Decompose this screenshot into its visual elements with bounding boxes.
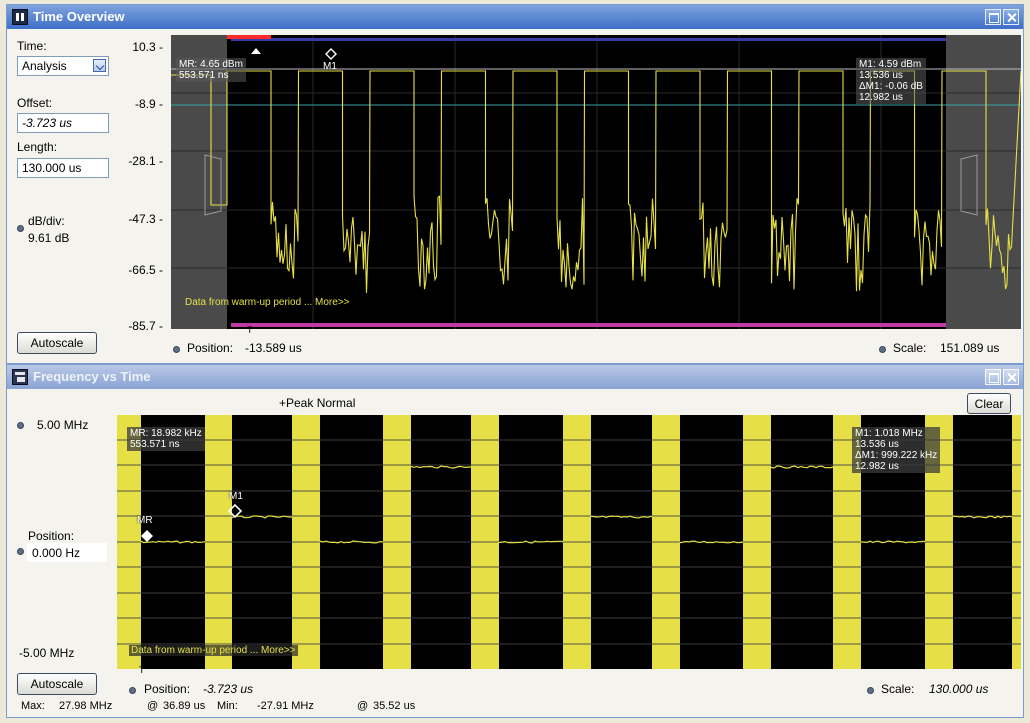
status-min-value: -27.91 MHz bbox=[257, 700, 314, 712]
y-tick: -28.1 - bbox=[128, 154, 163, 168]
freq-position-label: Position: bbox=[28, 529, 75, 543]
freq-marker-mr-readout: MR: 18.982 kHz 553.571 ns bbox=[127, 427, 205, 451]
freq-position-field[interactable]: 0.000 Hz bbox=[27, 543, 107, 562]
y-tick: -47.3 - bbox=[128, 212, 163, 226]
offset-label: Offset: bbox=[17, 96, 53, 110]
autoscale-button[interactable]: Autoscale bbox=[17, 332, 97, 354]
position-knob-icon[interactable] bbox=[173, 346, 180, 353]
freq-warmup-link[interactable]: Data from warm-up period ... More>> bbox=[129, 645, 298, 656]
length-field[interactable]: 130.000 us bbox=[17, 158, 109, 178]
freq-scale-label: Scale: bbox=[881, 682, 915, 696]
freq-marker-mr-label: MR bbox=[137, 515, 153, 526]
offset-field[interactable]: -3.723 us bbox=[17, 113, 109, 133]
status-min-label: Min: bbox=[217, 700, 238, 712]
top-value-knob-icon[interactable] bbox=[17, 422, 24, 429]
time-warmup-link[interactable]: Data from warm-up period ... More>> bbox=[185, 297, 350, 308]
status-max-value: 27.98 MHz bbox=[59, 700, 113, 712]
freq-vs-time-titlebar[interactable]: Frequency vs Time bbox=[7, 365, 1023, 389]
freq-scale-value[interactable]: 130.000 us bbox=[929, 682, 988, 696]
detector-label: +Peak Normal bbox=[279, 396, 356, 410]
freq-marker-m1-label: M1 bbox=[229, 491, 243, 502]
length-label: Length: bbox=[17, 140, 58, 154]
freq-top-value[interactable]: 5.00 MHz bbox=[37, 418, 88, 432]
clear-button[interactable]: Clear bbox=[967, 393, 1011, 414]
time-mode-select[interactable]: Analysis bbox=[17, 56, 109, 76]
freq-trigger-label: T bbox=[139, 665, 145, 675]
freq-bottom-position-value[interactable]: -3.723 us bbox=[203, 682, 253, 696]
time-position-value[interactable]: -13.589 us bbox=[245, 341, 302, 355]
status-max-at-value: 36.89 us bbox=[163, 700, 206, 712]
time-trigger-label: T bbox=[247, 325, 253, 335]
dbdiv-knob-icon[interactable] bbox=[17, 225, 24, 232]
maximize-icon[interactable] bbox=[985, 9, 1001, 25]
time-overview-window: Time Overview Time: Analysis Offset: -3.… bbox=[6, 4, 1024, 364]
freq-bottom-position-label: Position: bbox=[144, 682, 191, 696]
time-marker-mr-readout: MR: 4.65 dBm 553.571 ns bbox=[176, 58, 246, 82]
y-tick: -8.9 - bbox=[134, 97, 163, 111]
status-max-at-label: @ bbox=[147, 700, 159, 712]
time-overview-plot[interactable]: MR: 4.65 dBm 553.571 ns M1: 4.59 dBm 13.… bbox=[171, 35, 1021, 329]
time-marker-m1-label: M1 bbox=[323, 61, 337, 72]
freq-bottom-value[interactable]: -5.00 MHz bbox=[19, 646, 74, 660]
y-tick: 10.3 - bbox=[132, 40, 163, 54]
freq-vs-time-title: Frequency vs Time bbox=[33, 369, 151, 384]
time-mode-value: Analysis bbox=[22, 59, 67, 73]
freq-vs-time-window: Frequency vs Time +Peak Normal Clear 5.0… bbox=[6, 364, 1024, 718]
time-overview-titlebar[interactable]: Time Overview bbox=[7, 5, 1023, 29]
dbdiv-label: dB/div: bbox=[28, 214, 65, 228]
close-icon[interactable] bbox=[1003, 369, 1019, 385]
time-marker-m1-readout: M1: 4.59 dBm 13.536 us ΔM1: -0.06 dB 12.… bbox=[856, 58, 926, 104]
freq-vs-time-icon bbox=[12, 369, 28, 385]
freq-vs-time-plot[interactable]: MR: 18.982 kHz 553.571 ns M1: 1.018 MHz … bbox=[117, 415, 1021, 669]
time-position-label: Position: bbox=[187, 341, 234, 355]
time-scale-value[interactable]: 151.089 us bbox=[940, 341, 999, 355]
freq-scale-knob-icon[interactable] bbox=[867, 687, 874, 694]
scale-knob-icon[interactable] bbox=[879, 346, 886, 353]
freq-position-knob-icon[interactable] bbox=[17, 548, 24, 555]
status-max-label: Max: bbox=[21, 700, 45, 712]
y-tick: -66.5 - bbox=[128, 263, 163, 277]
y-tick: -85.7 - bbox=[128, 319, 163, 333]
status-min-at-label: @ bbox=[357, 700, 369, 712]
time-scale-label: Scale: bbox=[893, 341, 927, 355]
status-min-at-value: 35.52 us bbox=[373, 700, 416, 712]
time-overview-icon bbox=[12, 9, 28, 25]
chevron-down-icon[interactable] bbox=[93, 59, 106, 72]
freq-bottom-position-knob-icon[interactable] bbox=[129, 687, 136, 694]
freq-marker-m1-readout: M1: 1.018 MHz 13.536 us ΔM1: 999.222 kHz… bbox=[852, 427, 941, 473]
freq-autoscale-button[interactable]: Autoscale bbox=[17, 673, 97, 695]
close-icon[interactable] bbox=[1003, 9, 1019, 25]
time-overview-title: Time Overview bbox=[33, 9, 125, 24]
dbdiv-value[interactable]: 9.61 dB bbox=[28, 231, 69, 245]
time-label: Time: bbox=[17, 39, 47, 53]
maximize-icon[interactable] bbox=[985, 369, 1001, 385]
